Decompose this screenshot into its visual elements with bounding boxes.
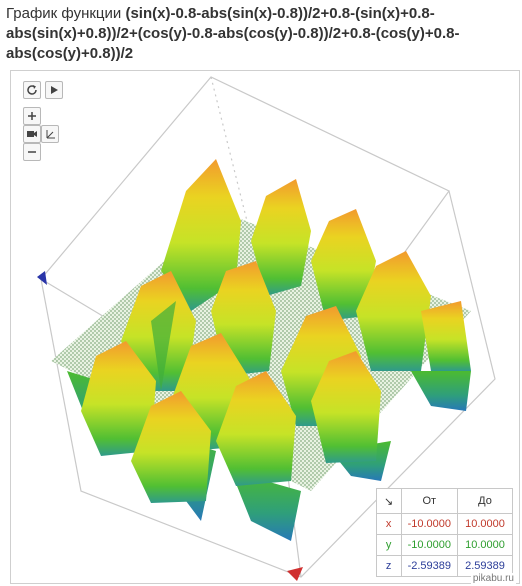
camera-button[interactable]: [23, 125, 41, 143]
play-button[interactable]: [45, 81, 63, 99]
corner-icon: ↘: [375, 488, 402, 514]
zoom-out-button[interactable]: [23, 143, 41, 161]
plot-viewer[interactable]: ↘ От До x -10.0000 10.0000 y -10.0000 10…: [10, 70, 520, 584]
reset-button[interactable]: [23, 81, 41, 99]
x-axis-label: x: [375, 513, 402, 535]
from-header: От: [400, 488, 459, 514]
range-table: ↘ От До x -10.0000 10.0000 y -10.0000 10…: [375, 488, 513, 577]
zoom-in-button[interactable]: [23, 107, 41, 125]
y-to-value[interactable]: 10.0000: [457, 534, 513, 556]
z-from-value[interactable]: -2.59389: [400, 555, 459, 577]
title-prefix: График функции: [6, 5, 126, 22]
play-icon: [51, 86, 58, 94]
z-axis-label: z: [375, 555, 402, 577]
axes-button[interactable]: [41, 125, 59, 143]
y-axis-label: y: [375, 534, 402, 556]
minus-icon: [28, 151, 36, 153]
plus-icon: [28, 112, 36, 120]
axes-icon: [46, 130, 55, 139]
page-title: График функции (sin(x)-0.8-abs(sin(x)-0.…: [6, 4, 516, 64]
x-to-value[interactable]: 10.0000: [457, 513, 513, 535]
refresh-icon: [27, 85, 37, 95]
x-range-row: x -10.0000 10.0000: [375, 513, 513, 535]
x-from-value[interactable]: -10.0000: [400, 513, 459, 535]
y-from-value[interactable]: -10.0000: [400, 534, 459, 556]
camera-icon: [27, 131, 37, 137]
y-range-row: y -10.0000 10.0000: [375, 534, 513, 556]
to-header: До: [457, 488, 513, 514]
watermark: pikabu.ru: [470, 573, 516, 584]
